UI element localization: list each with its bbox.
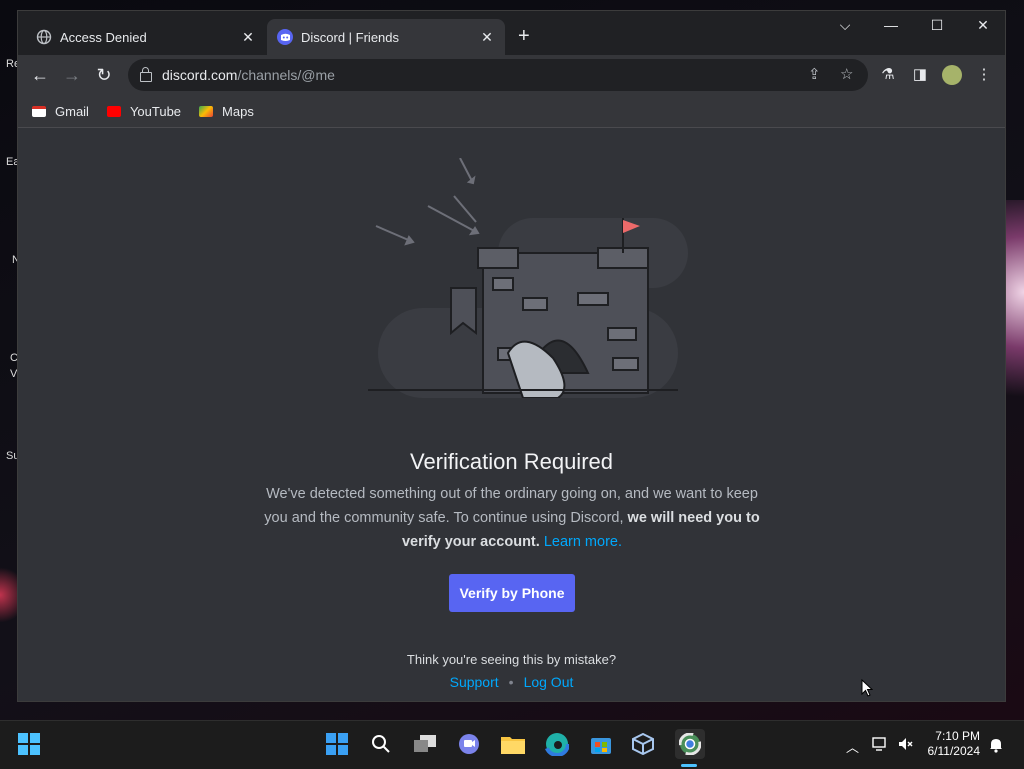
- chevron-up-icon[interactable]: ︿: [846, 737, 859, 756]
- browser-window: Access Denied ✕ Discord | Friends ✕ + ⌵ …: [17, 10, 1006, 702]
- task-view-icon[interactable]: [412, 731, 438, 757]
- file-explorer-icon[interactable]: [500, 731, 526, 757]
- microsoft-store-icon[interactable]: [588, 731, 614, 757]
- bookmarks-bar: Gmail YouTube Maps: [18, 95, 1005, 128]
- labs-flask-icon[interactable]: ⚗: [878, 65, 898, 85]
- url-host: discord.com: [162, 67, 238, 83]
- log-out-link[interactable]: Log Out: [524, 674, 574, 690]
- new-tab-button[interactable]: +: [518, 25, 530, 47]
- clock-date: 6/11/2024: [927, 744, 981, 758]
- tab-strip: Access Denied ✕ Discord | Friends ✕ + ⌵ …: [18, 11, 1005, 55]
- mistake-prompt: Think you're seeing this by mistake?: [406, 652, 617, 667]
- bookmark-star-icon[interactable]: ☆: [840, 65, 853, 83]
- youtube-icon: [106, 105, 121, 117]
- discord-verification-page: Verification Required We've detected som…: [18, 128, 1005, 701]
- castle-illustration: [368, 158, 688, 398]
- bookmark-youtube[interactable]: YouTube: [106, 103, 182, 119]
- volume-muted-icon[interactable]: [898, 737, 914, 754]
- tab-discord-friends[interactable]: Discord | Friends ✕: [267, 19, 505, 55]
- window-close-button[interactable]: ✕: [968, 17, 998, 34]
- edge-browser-icon[interactable]: [544, 731, 570, 757]
- windows-logo-icon[interactable]: [324, 731, 350, 757]
- browser-toolbar: ← → ↻ discord.com/channels/@me ⇪ ☆ ⚗ ◨ ⋮: [18, 55, 1005, 95]
- bookmark-label: Maps: [222, 103, 254, 119]
- wallpaper-glow: [0, 560, 18, 630]
- share-icon[interactable]: ⇪: [808, 65, 821, 83]
- lock-icon: [140, 67, 152, 82]
- wallpaper-glow: [1004, 200, 1024, 430]
- system-clock[interactable]: 7:10 PM 6/11/2024: [928, 729, 981, 759]
- profile-avatar[interactable]: [942, 65, 962, 85]
- discord-icon: [277, 29, 293, 45]
- chrome-icon[interactable]: [675, 729, 705, 759]
- tab-search-chevron-icon[interactable]: ⌵: [830, 17, 860, 34]
- gmail-icon: [32, 105, 46, 117]
- bookmark-label: YouTube: [129, 103, 182, 119]
- separator-dot: •: [508, 674, 514, 690]
- close-icon[interactable]: ✕: [240, 29, 256, 46]
- maps-icon: [199, 105, 214, 117]
- reload-icon[interactable]: ↻: [92, 63, 116, 87]
- minimize-button[interactable]: —: [876, 17, 906, 33]
- tab-title: Access Denied: [60, 29, 147, 45]
- windows-start-icon[interactable]: [16, 731, 42, 757]
- chat-icon[interactable]: [456, 731, 482, 757]
- network-icon[interactable]: [872, 737, 888, 754]
- verification-description: We've detected something out of the ordi…: [262, 482, 762, 554]
- bookmark-maps[interactable]: Maps: [199, 104, 254, 119]
- globe-icon: [36, 29, 52, 45]
- close-icon[interactable]: ✕: [479, 29, 495, 46]
- virtualbox-icon[interactable]: [630, 731, 656, 757]
- tab-title: Discord | Friends: [301, 29, 400, 45]
- clock-time: 7:10 PM: [935, 729, 980, 743]
- taskbar: ︿ 7:10 PM 6/11/2024: [0, 720, 1024, 769]
- menu-kebab-icon[interactable]: ⋮: [974, 65, 994, 85]
- active-app-indicator: [681, 764, 697, 767]
- support-link[interactable]: Support: [450, 674, 499, 690]
- tab-access-denied[interactable]: Access Denied ✕: [26, 19, 266, 55]
- back-arrow-icon[interactable]: ←: [28, 63, 52, 87]
- forward-arrow-icon[interactable]: →: [60, 63, 84, 87]
- notification-bell-icon[interactable]: [988, 737, 1004, 756]
- page-title: Verification Required: [409, 449, 613, 474]
- mouse-cursor-icon: [861, 679, 873, 697]
- maximize-button[interactable]: ☐: [922, 17, 952, 34]
- address-bar[interactable]: discord.com/channels/@me ⇪ ☆: [128, 59, 868, 91]
- url-path: /channels/@me: [237, 67, 335, 83]
- verify-by-phone-button[interactable]: Verify by Phone: [449, 574, 575, 612]
- learn-more-link[interactable]: Learn more.: [544, 534, 622, 550]
- search-icon[interactable]: [368, 731, 394, 757]
- footer-links: Support • Log Out: [18, 674, 1005, 690]
- side-panel-icon[interactable]: ◨: [910, 65, 930, 85]
- bookmark-label: Gmail: [55, 103, 89, 119]
- bookmark-gmail[interactable]: Gmail: [32, 104, 89, 119]
